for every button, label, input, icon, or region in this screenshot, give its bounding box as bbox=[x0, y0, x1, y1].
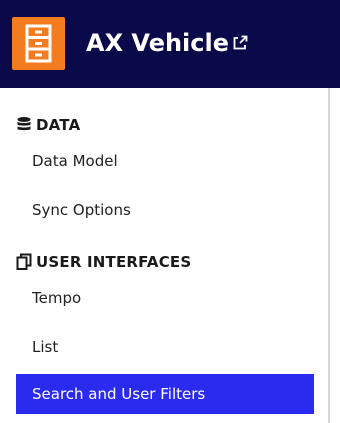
section-label: DATA bbox=[36, 116, 81, 134]
section-label: USER INTERFACES bbox=[36, 253, 192, 271]
app-header: AX Vehicle bbox=[0, 0, 340, 88]
copy-icon bbox=[16, 253, 32, 271]
external-link-icon[interactable] bbox=[231, 34, 249, 52]
cabinet-icon bbox=[12, 17, 65, 70]
sidebar-nav: DATA Data Model Sync Options USER INTERF… bbox=[0, 88, 330, 423]
sidebar-item-tempo[interactable]: Tempo bbox=[16, 278, 314, 318]
database-icon bbox=[16, 116, 32, 134]
sidebar-item-data-model[interactable]: Data Model bbox=[16, 141, 314, 181]
section-header-data: DATA bbox=[16, 114, 80, 136]
sidebar-item-list[interactable]: List bbox=[16, 327, 314, 367]
sidebar-item-search-and-user-filters[interactable]: Search and User Filters bbox=[16, 374, 314, 414]
app-title: AX Vehicle bbox=[86, 29, 230, 57]
section-header-user-interfaces: USER INTERFACES bbox=[16, 251, 191, 273]
sidebar-item-sync-options[interactable]: Sync Options bbox=[16, 190, 314, 230]
